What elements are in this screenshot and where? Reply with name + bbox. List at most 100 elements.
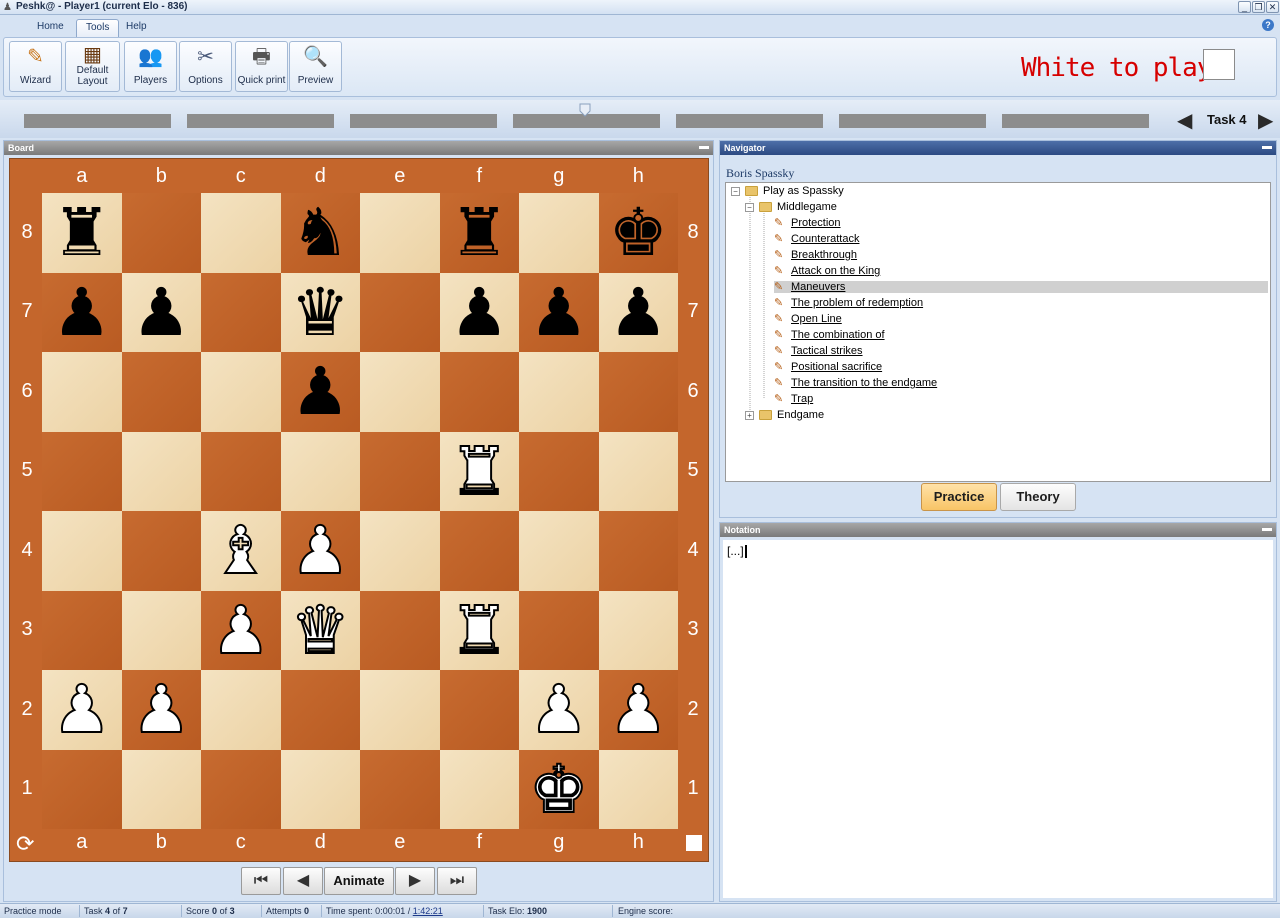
white-pawn-piece[interactable]: ♟ — [281, 511, 361, 591]
board-square[interactable] — [598, 749, 678, 829]
task-link[interactable]: Positional sacrifice — [791, 361, 882, 373]
board-square[interactable] — [360, 431, 440, 511]
task-link[interactable]: Tactical strikes — [791, 345, 863, 357]
white-bishop-piece[interactable]: ♝ — [201, 511, 281, 591]
white-queen-piece[interactable]: ♛ — [281, 591, 361, 671]
board-square[interactable] — [121, 352, 201, 432]
animate-button[interactable]: Animate — [324, 867, 394, 895]
board-square[interactable] — [598, 352, 678, 432]
board-square[interactable] — [360, 352, 440, 432]
black-king-piece[interactable]: ♚ — [599, 193, 679, 273]
tree-task-item[interactable]: ✎ Protection — [774, 217, 841, 229]
task-segment[interactable] — [839, 114, 986, 128]
board-square[interactable] — [201, 749, 281, 829]
task-link[interactable]: Breakthrough — [791, 249, 857, 261]
task-link[interactable]: The combination of — [791, 329, 885, 341]
tab-help[interactable]: Help — [117, 19, 156, 37]
default-layout-button[interactable]: ▦ Default Layout — [65, 41, 120, 92]
task-segment[interactable] — [24, 114, 171, 128]
black-pawn-piece[interactable]: ♟ — [281, 352, 361, 432]
help-icon[interactable]: ? — [1262, 19, 1274, 31]
board-square[interactable] — [201, 193, 281, 273]
board-square[interactable] — [42, 590, 122, 670]
tree-task-item[interactable]: ✎ Open Line — [774, 313, 842, 325]
board-square[interactable] — [519, 193, 599, 273]
panel-minimize-icon[interactable]: ▬ — [1262, 142, 1272, 152]
board-square[interactable] — [280, 670, 360, 750]
close-button[interactable]: ✕ — [1266, 1, 1279, 13]
board-square[interactable] — [121, 590, 201, 670]
quick-print-button[interactable]: 🖶 Quick print — [235, 41, 288, 92]
black-pawn-piece[interactable]: ♟ — [122, 273, 202, 353]
collapse-icon[interactable]: − — [745, 202, 754, 212]
collapse-icon[interactable]: − — [731, 186, 740, 196]
board-square[interactable] — [121, 749, 201, 829]
board-square[interactable] — [360, 511, 440, 591]
board-square[interactable] — [519, 511, 599, 591]
task-segment[interactable] — [1002, 114, 1149, 128]
white-pawn-piece[interactable]: ♟ — [519, 670, 599, 750]
board-square[interactable] — [360, 590, 440, 670]
panel-minimize-icon[interactable]: ▬ — [1262, 524, 1272, 534]
previous-move-button[interactable]: ◀ — [283, 867, 323, 895]
board-square[interactable] — [42, 352, 122, 432]
tree-middlegame[interactable]: − Middlegame — [745, 201, 837, 213]
minimize-button[interactable]: _ — [1238, 1, 1251, 13]
board-square[interactable] — [598, 590, 678, 670]
white-king-piece[interactable]: ♚ — [519, 750, 599, 830]
board-square[interactable] — [201, 431, 281, 511]
last-move-button[interactable]: ⏭ — [437, 867, 477, 895]
black-rook-piece[interactable]: ♜ — [42, 193, 122, 273]
task-link[interactable]: Trap — [791, 393, 813, 405]
board-square[interactable] — [519, 590, 599, 670]
board-square[interactable] — [439, 511, 519, 591]
tree-task-item[interactable]: ✎ The transition to the endgame — [774, 377, 937, 389]
theory-button[interactable]: Theory — [1000, 483, 1076, 511]
board-square[interactable] — [519, 352, 599, 432]
previous-task-arrow-icon[interactable]: ◀ — [1177, 108, 1192, 133]
task-segment[interactable] — [350, 114, 497, 128]
board-square[interactable] — [121, 431, 201, 511]
task-link[interactable]: The transition to the endgame — [791, 377, 937, 389]
task-segment[interactable] — [187, 114, 334, 128]
white-pawn-piece[interactable]: ♟ — [599, 670, 679, 750]
tree-task-item[interactable]: ✎ The problem of redemption — [774, 297, 923, 309]
tree-task-item[interactable]: ✎ Maneuvers — [774, 281, 1268, 294]
next-task-arrow-icon[interactable]: ▶ — [1258, 108, 1273, 133]
board-square[interactable] — [360, 272, 440, 352]
tree-task-item[interactable]: ✎ Trap — [774, 393, 813, 405]
board-square[interactable] — [439, 670, 519, 750]
board-square[interactable] — [439, 749, 519, 829]
black-pawn-piece[interactable]: ♟ — [440, 273, 520, 353]
options-button[interactable]: ✂ Options — [179, 41, 232, 92]
task-link[interactable]: Open Line — [791, 313, 842, 325]
board-square[interactable] — [360, 670, 440, 750]
task-link[interactable]: Maneuvers — [791, 281, 845, 293]
task-link[interactable]: Counterattack — [791, 233, 859, 245]
first-move-button[interactable]: ⏮ — [241, 867, 281, 895]
tree-task-item[interactable]: ✎ Attack on the King — [774, 265, 880, 277]
tree-task-item[interactable]: ✎ The combination of — [774, 329, 885, 341]
board-square[interactable] — [598, 431, 678, 511]
board-square[interactable] — [519, 431, 599, 511]
board-square[interactable] — [439, 352, 519, 432]
notation-area[interactable]: [...] — [723, 540, 1273, 898]
board-square[interactable] — [201, 670, 281, 750]
black-pawn-piece[interactable]: ♟ — [519, 273, 599, 353]
black-pawn-piece[interactable]: ♟ — [42, 273, 122, 353]
white-pawn-piece[interactable]: ♟ — [201, 591, 281, 671]
white-pawn-piece[interactable]: ♟ — [42, 670, 122, 750]
panel-minimize-icon[interactable]: ▬ — [699, 142, 709, 152]
board-square[interactable] — [280, 431, 360, 511]
black-rook-piece[interactable]: ♜ — [440, 193, 520, 273]
board-square[interactable] — [121, 193, 201, 273]
preview-button[interactable]: 🔍 Preview — [289, 41, 342, 92]
board-square[interactable] — [360, 749, 440, 829]
board-square[interactable] — [360, 193, 440, 273]
maximize-button[interactable]: ❐ — [1252, 1, 1265, 13]
task-link[interactable]: Protection — [791, 217, 841, 229]
tree-task-item[interactable]: ✎ Positional sacrifice — [774, 361, 882, 373]
tab-tools[interactable]: Tools — [76, 19, 120, 37]
black-pawn-piece[interactable]: ♟ — [599, 273, 679, 353]
black-knight-piece[interactable]: ♞ — [281, 193, 361, 273]
